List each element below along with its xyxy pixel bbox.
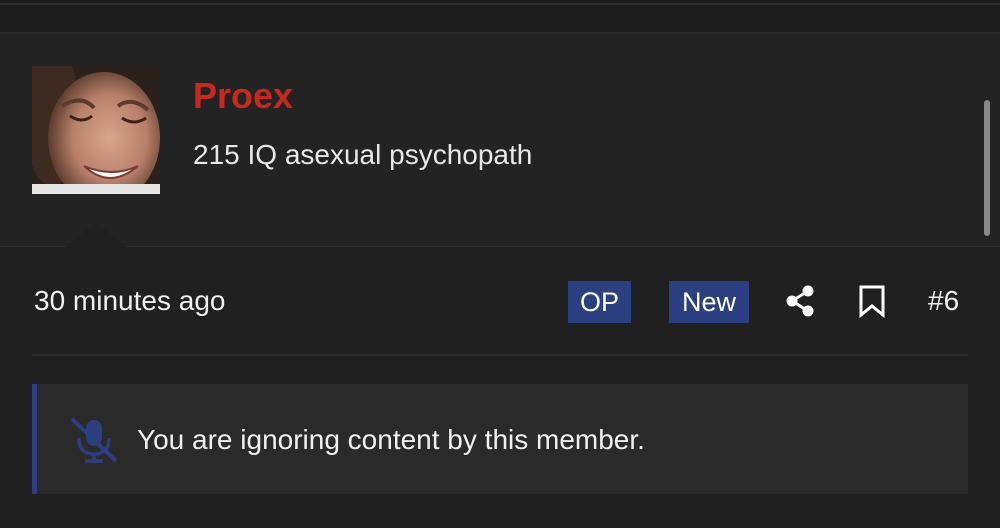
muted-microphone-icon bbox=[68, 416, 120, 464]
ignored-content-notice[interactable]: You are ignoring content by this member. bbox=[32, 384, 968, 494]
op-badge: OP bbox=[568, 281, 631, 323]
user-title: 215 IQ asexual psychopath bbox=[193, 139, 533, 170]
new-badge: New bbox=[669, 281, 749, 323]
post-number-link[interactable]: #6 bbox=[928, 284, 959, 318]
user-block-pointer bbox=[66, 222, 126, 247]
notice-accent-bar bbox=[32, 384, 37, 494]
username-link[interactable]: Proex bbox=[193, 74, 293, 118]
avatar[interactable] bbox=[32, 66, 160, 194]
post-timestamp[interactable]: 30 minutes ago bbox=[34, 284, 225, 318]
divider bbox=[0, 246, 1000, 247]
forum-post-page: Proex 215 IQ asexual psychopath 30 minut… bbox=[0, 0, 1000, 528]
notice-text: You are ignoring content by this member. bbox=[137, 424, 645, 455]
previous-post-strip bbox=[0, 0, 1000, 34]
share-icon[interactable] bbox=[784, 284, 816, 318]
divider bbox=[32, 354, 968, 356]
scrollbar[interactable] bbox=[984, 100, 990, 236]
divider bbox=[0, 3, 1000, 5]
bookmark-icon[interactable] bbox=[857, 284, 887, 319]
